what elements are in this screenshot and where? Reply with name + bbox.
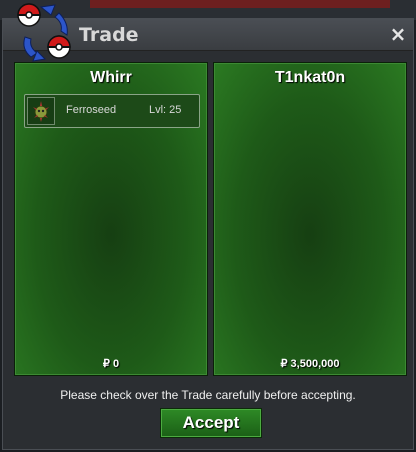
close-icon[interactable]: × (387, 22, 409, 46)
left-trade-panel: Whirr Ferroseed Lvl: 25 ₽ 0 (14, 62, 208, 376)
left-money: ₽ 0 (102, 358, 120, 370)
ferroseed-icon (33, 101, 49, 122)
left-player-name: Whirr (90, 69, 132, 86)
right-player-name: T1nkat0n (274, 69, 346, 86)
right-trade-panel: T1nkat0n ₽ 3,500,000 (213, 62, 407, 376)
window-title: Trade (79, 24, 139, 46)
trade-item-slot[interactable]: Ferroseed Lvl: 25 (24, 94, 200, 128)
item-name: Ferroseed (66, 104, 117, 116)
trade-window: Trade × Whirr Ferroseed Lvl: 25 ₽ 0 T1nk… (2, 3, 414, 450)
item-icon-box (27, 97, 55, 125)
item-level: Lvl: 25 (149, 104, 182, 116)
background-decoration (90, 0, 390, 8)
accept-button[interactable]: Accept (160, 408, 262, 438)
trade-notice: Please check over the Trade carefully be… (60, 388, 356, 402)
right-money: ₽ 3,500,000 (280, 358, 340, 370)
trade-pokeball-icon (17, 3, 71, 62)
